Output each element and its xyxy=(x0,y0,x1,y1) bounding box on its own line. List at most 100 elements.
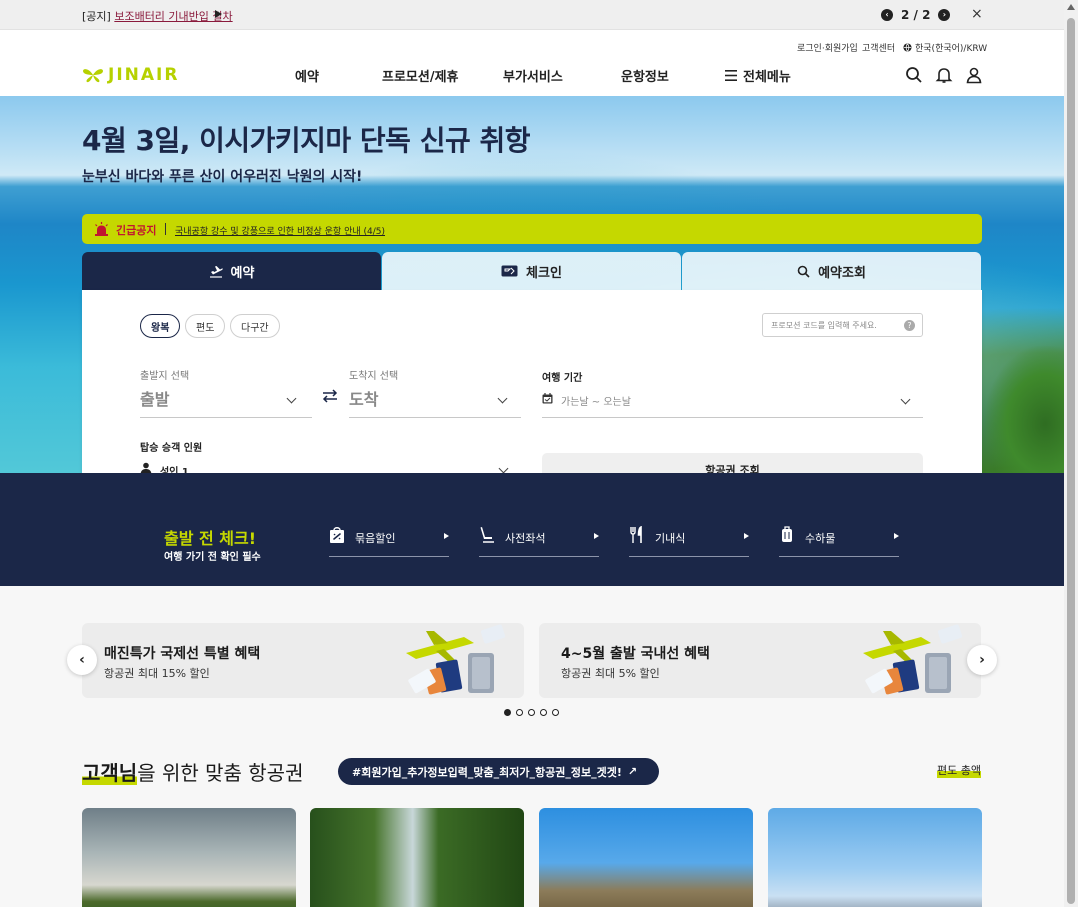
trip-type-oneway[interactable]: 편도 xyxy=(185,314,226,338)
notice-text: [공지] 보조배터리 기내반입 절차 xyxy=(82,8,233,24)
nav-booking[interactable]: 예약 xyxy=(295,66,319,85)
hero-title: 4월 3일, 이시가키지마 단독 신규 취항 xyxy=(82,124,530,157)
trip-type-multicity[interactable]: 다구간 xyxy=(230,314,280,338)
notice-page-count: 2 / 2 xyxy=(901,8,931,22)
nav-promotion[interactable]: 프로모션/제휴 xyxy=(382,66,459,85)
play-icon xyxy=(744,533,749,539)
hero-subtitle: 눈부신 바다와 푸른 산이 어우러진 낙원의 시작! xyxy=(82,169,363,185)
destination-label: 도착지 선택 xyxy=(349,371,399,382)
nav-extra-services[interactable]: 부가서비스 xyxy=(503,66,563,85)
travel-period-label: 여행 기간 xyxy=(542,373,583,384)
destination-card[interactable] xyxy=(539,808,753,907)
promo-card[interactable]: 매진특가 국제선 특별 혜택 항공권 최대 15% 할인 xyxy=(82,623,524,698)
section-title-highlight: 고객님 xyxy=(82,761,138,785)
baggage-icon xyxy=(782,526,792,542)
travel-period-input[interactable]: 가는날 ~ 오는날 xyxy=(561,393,631,408)
carousel-dot[interactable] xyxy=(528,709,535,716)
prev-notice-button[interactable]: ‹ xyxy=(881,9,893,21)
help-icon[interactable]: ? xyxy=(904,320,915,331)
bell-icon[interactable] xyxy=(935,66,953,84)
arrow-up-right-icon: ↗ xyxy=(627,765,638,778)
notice-pager: ‹ 2 / 2 › xyxy=(881,8,951,22)
play-icon[interactable] xyxy=(215,10,222,18)
tab-lookup-label: 예약조회 xyxy=(818,265,866,281)
travel-illustration-icon xyxy=(863,624,963,695)
swap-icon[interactable] xyxy=(321,388,339,404)
promo-code-input[interactable]: 프로모션 코드를 입력해 주세요. ? xyxy=(762,313,923,337)
pre-departure-strip: 출발 전 체크! 여행 가기 전 확인 필수 묶음할인 사전좌석 기내식 수하물 xyxy=(0,473,1064,586)
origin-underline xyxy=(140,417,312,418)
search-icon[interactable] xyxy=(905,66,923,84)
tab-booking[interactable]: 예약 xyxy=(82,252,381,290)
destination-card[interactable] xyxy=(310,808,524,907)
nav-all-menu[interactable]: 전체메뉴 xyxy=(725,66,791,85)
butterfly-logo-icon xyxy=(83,69,103,83)
origin-select[interactable]: 출발 xyxy=(140,386,169,410)
quick-inflight-meal[interactable]: 기내식 xyxy=(629,525,749,557)
booking-tabs: 예약 체크인 예약조회 xyxy=(82,252,982,290)
quick-meal-label: 기내식 xyxy=(655,532,686,545)
oneway-total-filter[interactable]: 편도 총액 xyxy=(937,762,981,778)
support-link[interactable]: 고객센터 xyxy=(862,41,895,54)
user-icon[interactable] xyxy=(965,66,983,84)
tab-checkin[interactable]: 체크인 xyxy=(382,252,681,290)
quick-baggage[interactable]: 수하물 xyxy=(779,525,899,557)
all-menu-label: 전체메뉴 xyxy=(743,70,791,85)
scrollbar-thumb[interactable] xyxy=(1067,18,1075,904)
carousel-dot[interactable] xyxy=(552,709,559,716)
quick-bundle-discount[interactable]: 묶음할인 xyxy=(329,525,449,557)
divider xyxy=(165,223,166,235)
notice-prefix: [공지] xyxy=(82,10,115,23)
promo-card-subtitle: 항공권 최대 5% 할인 xyxy=(561,667,660,680)
vertical-scrollbar[interactable] xyxy=(1064,0,1078,907)
carousel-dot[interactable] xyxy=(504,709,511,716)
plane-icon xyxy=(209,265,223,278)
destination-card[interactable] xyxy=(82,808,296,907)
hashtag-link[interactable]: #회원가입_추가정보입력_맞춤_최저가_항공권_정보_겟겟! ↗ xyxy=(338,758,660,785)
carousel-next-button[interactable]: › xyxy=(967,645,997,675)
seat-icon xyxy=(480,527,494,543)
quick-bundle-label: 묶음할인 xyxy=(355,532,396,545)
next-notice-button[interactable]: › xyxy=(938,9,951,21)
scroll-up-icon[interactable] xyxy=(1067,4,1075,10)
passenger-label: 탑승 승객 인원 xyxy=(140,443,203,454)
emergency-label: 긴급공지 xyxy=(116,224,157,237)
hashtag-label: #회원가입_추가정보입력_맞춤_최저가_항공권_정보_겟겟! xyxy=(352,765,622,779)
locale-label: 한국(한국어)/KRW xyxy=(915,44,988,54)
nav-flight-info[interactable]: 운항정보 xyxy=(621,66,669,85)
carousel-dot[interactable] xyxy=(540,709,547,716)
play-icon xyxy=(444,533,449,539)
jinair-logo[interactable]: JINAIR xyxy=(82,65,179,85)
quick-baggage-label: 수하물 xyxy=(805,532,836,545)
tab-checkin-label: 체크인 xyxy=(526,265,562,281)
carousel-dot[interactable] xyxy=(516,709,523,716)
carousel-prev-button[interactable]: ‹ xyxy=(67,645,97,675)
bundle-icon xyxy=(330,527,344,543)
siren-icon xyxy=(95,222,108,236)
tab-booking-label: 예약 xyxy=(230,265,255,281)
origin-label: 출발지 선택 xyxy=(140,371,190,382)
chevron-down-icon xyxy=(900,394,911,405)
close-notice-button[interactable]: × xyxy=(971,6,983,22)
destination-select[interactable]: 도착 xyxy=(349,386,378,410)
calendar-icon xyxy=(542,393,553,404)
quick-seat-label: 사전좌석 xyxy=(505,532,546,545)
quick-advance-seat[interactable]: 사전좌석 xyxy=(479,525,599,557)
promo-card[interactable]: 4~5월 출발 국내선 혜택 항공권 최대 5% 할인 xyxy=(539,623,981,698)
hero-island-image xyxy=(985,346,1064,473)
precheck-subtitle: 여행 가기 전 확인 필수 xyxy=(164,552,261,563)
promo-card-subtitle: 항공권 최대 15% 할인 xyxy=(104,667,210,680)
promo-card-title: 4~5월 출발 국내선 혜택 xyxy=(561,646,710,662)
section-title: 고객님을 위한 맞춤 항공권 xyxy=(82,757,303,786)
emergency-link[interactable]: 국내공항 강수 및 강풍으로 인한 비정상 운항 안내 (4/5) xyxy=(175,224,385,237)
destination-underline xyxy=(349,417,521,418)
tab-reservation-lookup[interactable]: 예약조회 xyxy=(682,252,981,290)
section-title-rest: 을 위한 맞춤 항공권 xyxy=(137,761,304,785)
destination-card[interactable] xyxy=(768,808,982,907)
trip-type-roundtrip[interactable]: 왕복 xyxy=(140,314,181,338)
locale-selector[interactable]: 한국(한국어)/KRW xyxy=(903,41,987,54)
chevron-down-icon xyxy=(286,393,297,404)
ticket-icon xyxy=(501,265,518,277)
promo-code-placeholder: 프로모션 코드를 입력해 주세요. xyxy=(771,320,877,330)
login-link[interactable]: 로그인·회원가입 xyxy=(797,41,858,54)
